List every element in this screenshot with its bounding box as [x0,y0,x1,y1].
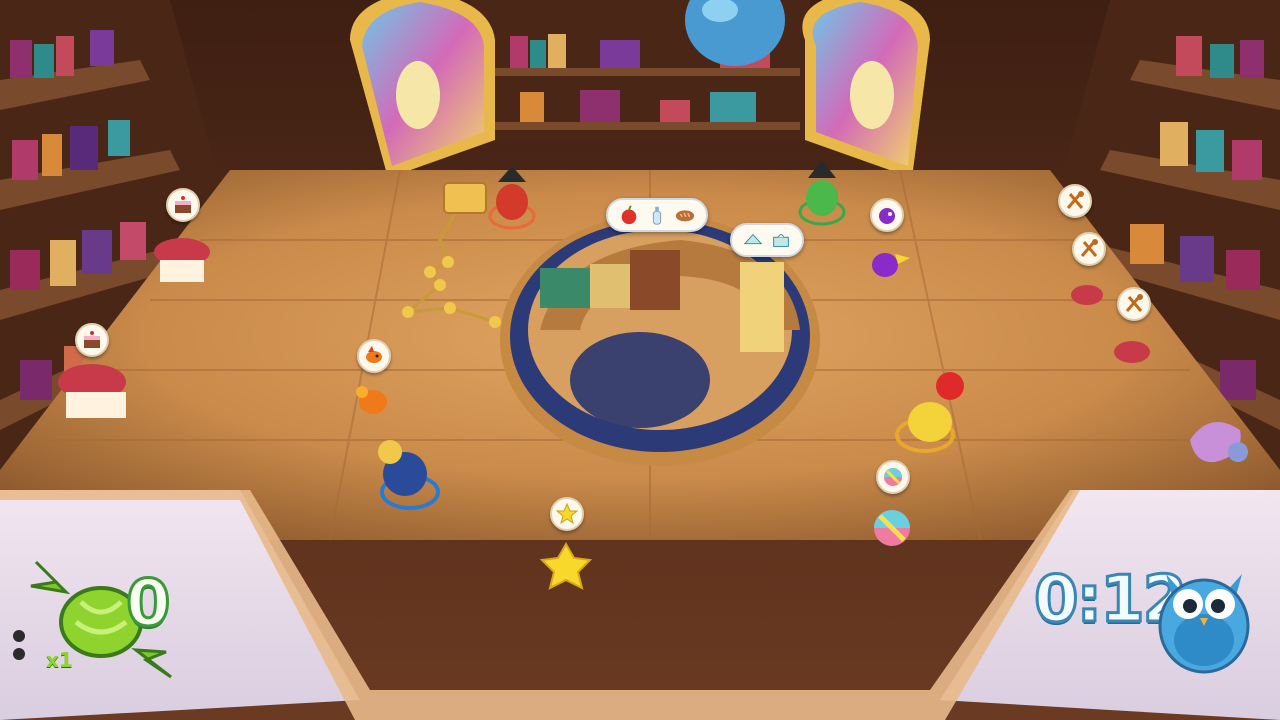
purple-creature-icon [879,208,895,224]
dots-icon-lower [13,648,25,660]
request-bubble-purple-creature[interactable] [870,198,904,232]
owl-timer-icon [1158,574,1250,674]
request-bubble-cake-upper[interactable] [166,188,200,222]
request-bubble-beach-ball[interactable] [876,460,910,494]
apple-icon [621,205,637,225]
tissue-box-icon [773,234,789,247]
dots-icon [13,630,25,642]
request-bubble-cake-lower[interactable] [75,323,109,357]
request-bubble-utensils-3[interactable] [1117,287,1151,321]
beach-ball-icon [884,468,902,486]
order-bubble-center[interactable] [606,198,708,232]
cake-icon [175,196,191,213]
table-left-lower [58,364,126,418]
order-bubble-right[interactable] [730,223,804,257]
sandwich-icon [743,233,763,245]
spoon-fork-icon [1080,239,1098,257]
request-bubble-star-creature[interactable] [550,497,584,531]
score-multiplier: x1 [46,648,73,672]
bread-icon [675,210,695,222]
request-bubble-utensils-2[interactable] [1072,232,1106,266]
spoon-fork-icon [1066,191,1084,209]
star-creature-icon [555,502,579,525]
cake-icon [84,331,100,348]
request-bubble-utensils-1[interactable] [1058,184,1092,218]
request-bubble-fire-bird[interactable] [357,339,391,373]
table-left-upper [154,238,210,282]
spoon-fork-icon [1125,294,1143,312]
golden-sign [443,182,487,214]
candy-score: 0 [125,567,173,641]
fire-bird-icon [366,346,382,363]
beach-ball[interactable] [874,510,910,546]
baby-bottle-icon [652,206,662,225]
menu-dots[interactable] [13,630,25,666]
